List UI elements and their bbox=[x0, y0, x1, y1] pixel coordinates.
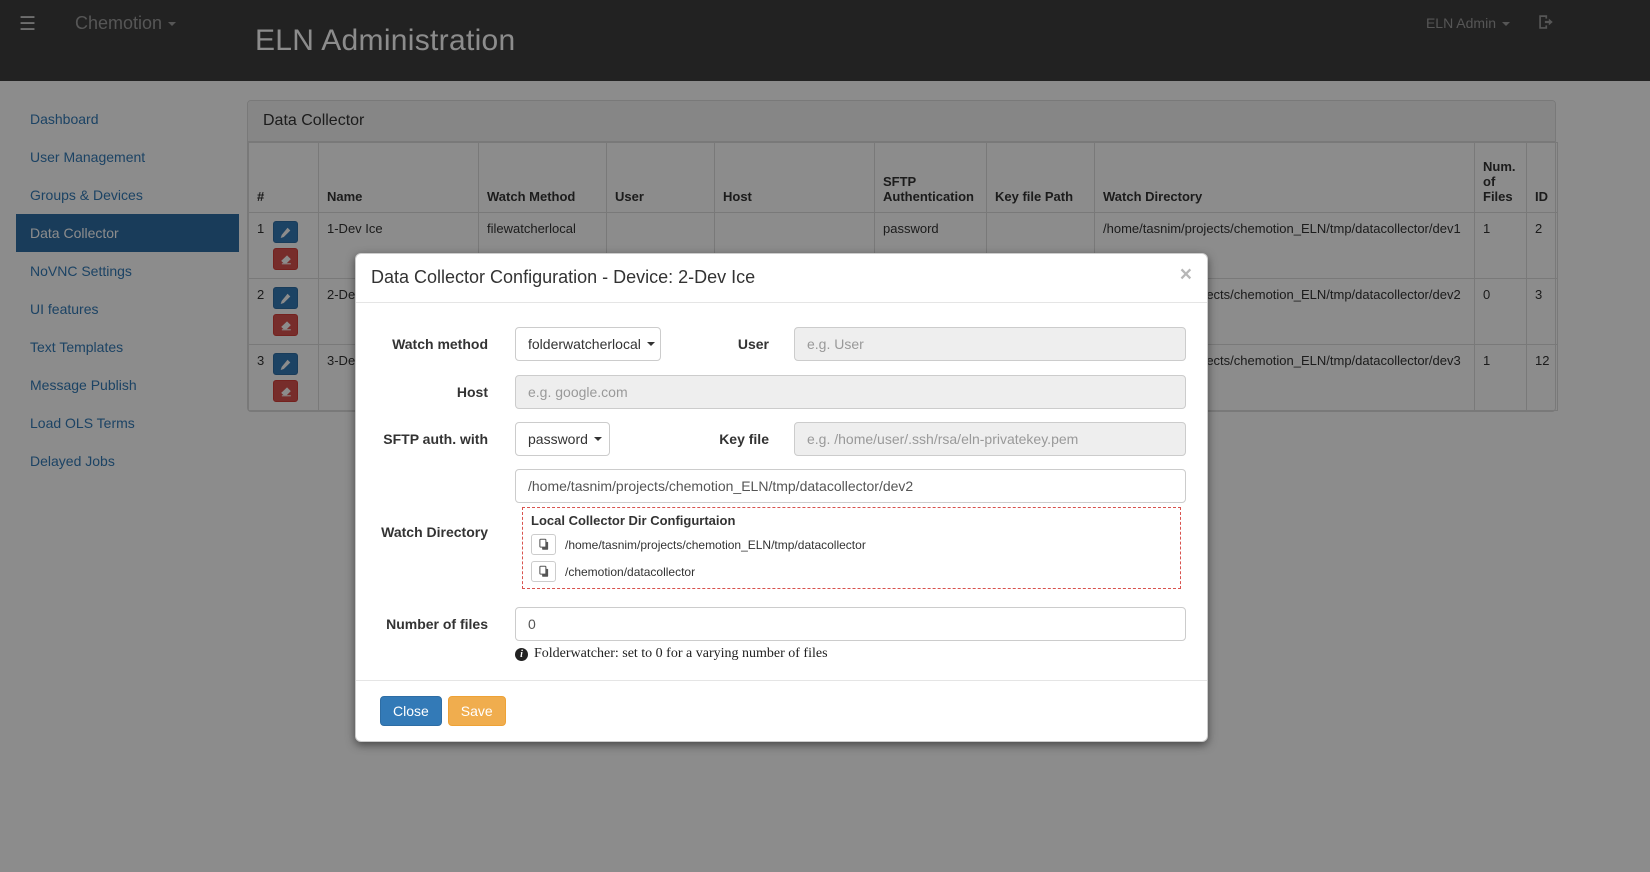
host-label: Host bbox=[456, 384, 488, 400]
watch-directory-label: Watch Directory bbox=[381, 524, 488, 540]
copy-path-button[interactable] bbox=[531, 534, 556, 555]
number-of-files-label: Number of files bbox=[386, 616, 488, 632]
save-button[interactable]: Save bbox=[447, 696, 506, 726]
folderwatcher-help: i Folderwatcher: set to 0 for a varying … bbox=[515, 646, 828, 662]
local-collector-config-box: Local Collector Dir Configurtaion /home/… bbox=[522, 507, 1181, 589]
key-file-label: Key file bbox=[719, 431, 769, 447]
local-path: /home/tasnim/projects/chemotion_ELN/tmp/… bbox=[565, 537, 866, 552]
host-field[interactable] bbox=[515, 375, 1186, 409]
close-icon[interactable]: × bbox=[1180, 263, 1192, 287]
watch-directory-field[interactable] bbox=[515, 469, 1186, 503]
help-text: Folderwatcher: set to 0 for a varying nu… bbox=[534, 646, 828, 661]
list-item: /chemotion/datacollector bbox=[531, 561, 1172, 582]
watch-method-value: folderwatcherlocal bbox=[528, 336, 641, 352]
key-file-field[interactable] bbox=[794, 422, 1186, 456]
local-path: /chemotion/datacollector bbox=[565, 564, 696, 579]
info-icon: i bbox=[515, 647, 528, 661]
sftp-auth-dropdown[interactable]: password bbox=[515, 422, 610, 456]
chevron-down-icon bbox=[593, 437, 602, 441]
modal-footer: Close Save bbox=[356, 680, 1207, 741]
modal-header: Data Collector Configuration - Device: 2… bbox=[356, 254, 1207, 303]
user-field[interactable] bbox=[794, 327, 1186, 361]
copy-path-button[interactable] bbox=[531, 561, 556, 582]
clipboard-copy-icon bbox=[538, 538, 548, 550]
modal-title: Data Collector Configuration - Device: 2… bbox=[371, 267, 756, 287]
list-item: /home/tasnim/projects/chemotion_ELN/tmp/… bbox=[531, 534, 1172, 555]
local-config-title: Local Collector Dir Configurtaion bbox=[531, 513, 736, 528]
number-of-files-field[interactable] bbox=[515, 607, 1186, 641]
user-label: User bbox=[737, 336, 769, 352]
sftp-auth-value: password bbox=[528, 431, 588, 447]
close-button[interactable]: Close bbox=[380, 696, 442, 726]
clipboard-copy-icon bbox=[538, 565, 548, 577]
data-collector-config-modal: Data Collector Configuration - Device: 2… bbox=[355, 253, 1208, 742]
modal-body: Watch method folderwatcherlocal User Hos… bbox=[356, 303, 1207, 682]
watch-method-label: Watch method bbox=[392, 336, 488, 352]
sftp-auth-label: SFTP auth. with bbox=[383, 431, 488, 447]
